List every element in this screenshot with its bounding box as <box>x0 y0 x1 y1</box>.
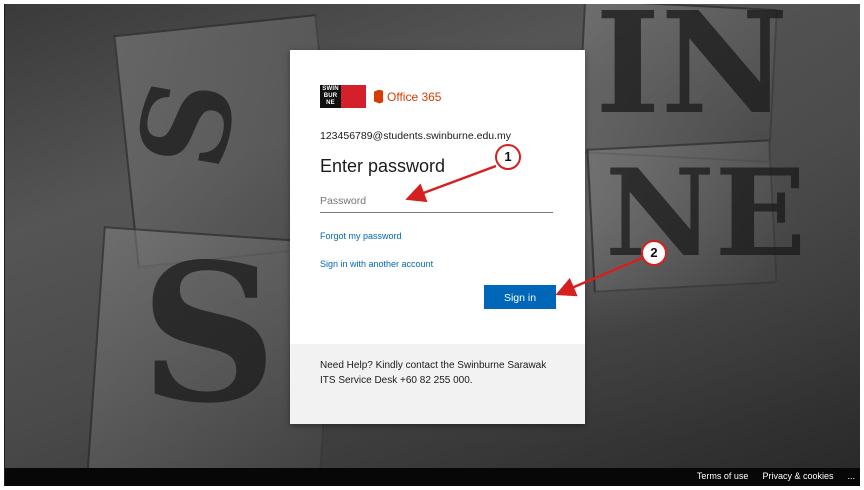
annotation-badge-1: 1 <box>495 144 521 170</box>
annotation-arrows <box>405 164 643 297</box>
arrow-2 <box>555 256 643 297</box>
arrow-1 <box>405 164 497 203</box>
annotation-badge-2: 2 <box>641 240 667 266</box>
